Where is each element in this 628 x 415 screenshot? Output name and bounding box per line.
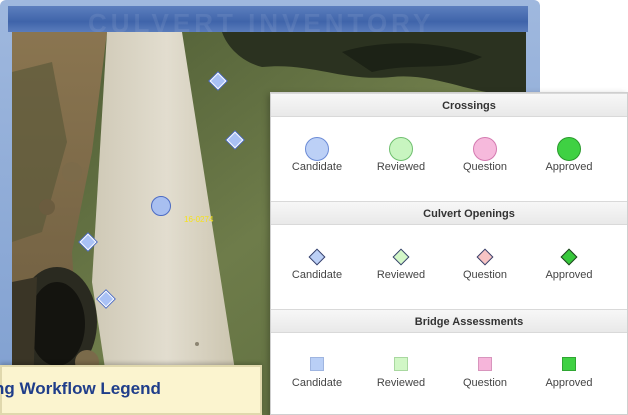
- crossing-marker[interactable]: [151, 196, 171, 216]
- legend-row: Candidate Reviewed Question Approved: [271, 333, 627, 413]
- caption-title: ng Workflow Legend: [0, 379, 161, 398]
- legend-item-label: Reviewed: [376, 161, 426, 173]
- legend-item: Question: [443, 225, 527, 305]
- diamond-icon: [557, 245, 581, 269]
- legend-item-label: Approved: [545, 377, 593, 389]
- title-banner: CULVERT INVENTORY: [8, 6, 528, 32]
- legend-item: Question: [443, 117, 527, 197]
- legend-item-label: Question: [462, 161, 508, 173]
- legend-item: Reviewed: [359, 117, 443, 197]
- legend-section-bridge-assessments: Bridge Assessments Candidate Reviewed Qu…: [271, 309, 627, 413]
- circle-icon: [557, 137, 581, 161]
- legend-item: Candidate: [275, 225, 359, 305]
- square-icon: [394, 357, 408, 371]
- legend-section-culvert-openings: Culvert Openings Candidate Reviewed Ques…: [271, 201, 627, 309]
- circle-icon: [389, 137, 413, 161]
- legend-item-label: Candidate: [291, 269, 343, 281]
- diamond-icon: [473, 245, 497, 269]
- culvert-id-label: 16-0274: [184, 215, 214, 224]
- square-icon: [562, 357, 576, 371]
- circle-icon: [473, 137, 497, 161]
- legend-item-label: Reviewed: [376, 377, 426, 389]
- legend-item: Question: [443, 333, 527, 413]
- legend-row: Candidate Reviewed Question Approved: [271, 225, 627, 309]
- legend-item-label: Approved: [545, 161, 593, 173]
- legend-item-label: Approved: [545, 269, 593, 281]
- legend-item: Approved: [527, 117, 611, 197]
- legend-item-label: Question: [462, 377, 508, 389]
- legend-item-label: Question: [462, 269, 508, 281]
- square-icon: [478, 357, 492, 371]
- legend-item-label: Candidate: [291, 161, 343, 173]
- legend-item: Candidate: [275, 117, 359, 197]
- legend-item: Candidate: [275, 333, 359, 413]
- caption-box: ng Workflow Legend: [0, 365, 262, 415]
- legend-item-label: Candidate: [291, 377, 343, 389]
- diamond-icon: [389, 245, 413, 269]
- legend-item: Approved: [527, 333, 611, 413]
- legend-row: Candidate Reviewed Question Approved: [271, 117, 627, 201]
- legend-item: Reviewed: [359, 225, 443, 305]
- legend-item: Reviewed: [359, 333, 443, 413]
- legend-item: Approved: [527, 225, 611, 305]
- section-title: Bridge Assessments: [271, 309, 627, 333]
- workflow-legend-panel: Crossings Candidate Reviewed Question Ap…: [270, 92, 628, 415]
- section-title: Crossings: [271, 93, 627, 117]
- legend-section-crossings: Crossings Candidate Reviewed Question Ap…: [271, 93, 627, 201]
- circle-icon: [305, 137, 329, 161]
- diamond-icon: [305, 245, 329, 269]
- banner-title: CULVERT INVENTORY: [88, 8, 435, 32]
- square-icon: [310, 357, 324, 371]
- section-title: Culvert Openings: [271, 201, 627, 225]
- legend-item-label: Reviewed: [376, 269, 426, 281]
